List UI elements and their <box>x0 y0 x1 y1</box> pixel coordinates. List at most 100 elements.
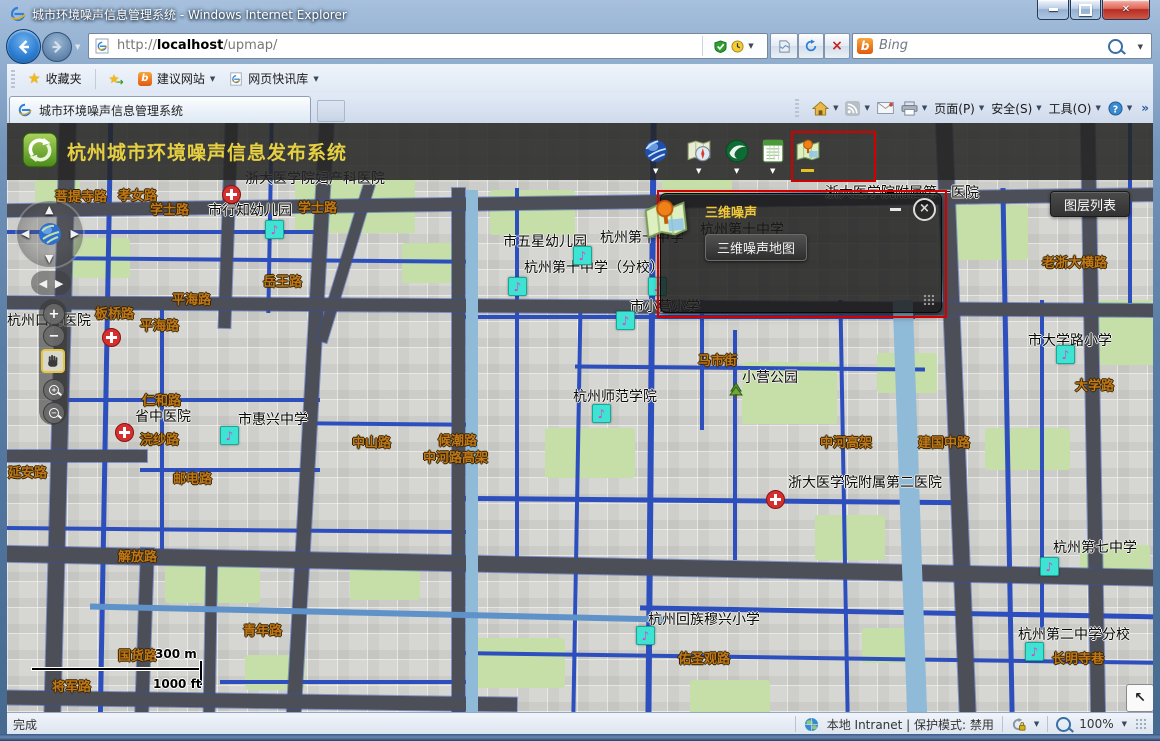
noise-monitor-marker[interactable]: ♪ <box>616 311 635 330</box>
map-browse-button[interactable] <box>686 138 712 164</box>
suggested-sites-button[interactable]: b 建议网站 ▼ <box>131 67 222 90</box>
pan-hand-tool-selected[interactable] <box>41 349 65 373</box>
magnify-in-button[interactable]: + <box>43 379 65 401</box>
tab-active[interactable]: 城市环境噪声信息管理系统 <box>9 96 311 123</box>
basemap-caret[interactable]: ▼ <box>653 167 658 175</box>
print-button[interactable]: ▼ <box>901 100 927 116</box>
url-text[interactable]: http://localhost/upmap/ <box>117 34 277 58</box>
help-button[interactable]: ? ▼ <box>1108 100 1132 116</box>
feeds-caret: ▼ <box>864 104 870 112</box>
road-label: 学士路 <box>298 201 338 216</box>
maximize-button[interactable] <box>1070 0 1101 20</box>
home-button[interactable]: ▼ <box>812 100 839 116</box>
popup-close-button[interactable]: × <box>913 198 936 221</box>
add-favorite-button[interactable]: ★ ➜ <box>102 67 131 91</box>
search-box[interactable]: b Bing ▼ <box>852 33 1152 59</box>
refresh-icon <box>805 39 817 52</box>
noise-monitor-marker[interactable]: ♪ <box>265 220 284 239</box>
zoom-magnifier-icon[interactable] <box>1056 716 1072 732</box>
popup-resize-grip[interactable] <box>923 294 934 305</box>
window-bottom-edge <box>0 734 1160 741</box>
favorites-star-icon: ★ <box>28 70 41 87</box>
address-bar[interactable]: http://localhost/upmap/ ▼ <box>88 33 768 59</box>
zoom-out-button[interactable]: − <box>43 325 65 347</box>
zoom-level[interactable]: 100% <box>1079 717 1113 731</box>
back-button[interactable] <box>6 29 41 64</box>
title-bar[interactable]: 城市环境噪声信息管理系统 - Windows Internet Explorer… <box>0 0 1160 28</box>
layer-list-button[interactable]: 图层列表 <box>1050 191 1130 217</box>
noise-disc-button[interactable] <box>724 138 750 164</box>
noise-3d-map-icon <box>796 139 820 161</box>
noise-monitor-marker[interactable]: ♪ <box>220 426 239 445</box>
noise-monitor-marker[interactable]: ♪ <box>592 404 611 423</box>
zone-caret[interactable]: ▼ <box>748 42 753 50</box>
noise-note-icon: ♪ <box>1061 347 1070 362</box>
pan-back-button[interactable]: ◀ <box>39 277 47 290</box>
popup-3d-noise[interactable]: 三维噪声 × 三维噪声地图 <box>660 193 942 313</box>
web-slices-button[interactable]: 网页快讯库 ▼ <box>222 67 325 90</box>
pan-forward-button[interactable]: ▶ <box>55 277 63 290</box>
noise-monitor-marker[interactable]: ♪ <box>1056 345 1075 364</box>
noise-monitor-marker[interactable]: ♪ <box>508 277 527 296</box>
search-magnifier-icon[interactable] <box>1108 39 1123 54</box>
feeds-button[interactable]: ▼ <box>845 100 870 116</box>
pan-left-button[interactable]: ◀ <box>21 227 29 240</box>
minimize-button[interactable] <box>1037 0 1069 20</box>
toolbar-grip[interactable] <box>795 99 800 117</box>
noise-monitor-marker[interactable]: ♪ <box>1025 642 1044 661</box>
noise-monitor-marker[interactable]: ♪ <box>636 626 655 645</box>
zoom-in-button[interactable]: + <box>43 303 65 325</box>
road-label: 中河高架 <box>820 436 873 451</box>
favorites-button[interactable]: ★ 收藏夹 <box>21 67 89 90</box>
page-menu-button[interactable]: 页面(P) ▼ <box>934 100 984 117</box>
noise-3d-map-button[interactable] <box>795 138 821 164</box>
search-placeholder[interactable]: Bing <box>879 34 908 58</box>
suggested-sites-caret: ▼ <box>209 74 216 83</box>
report-panel-button[interactable] <box>760 138 786 164</box>
forward-button[interactable] <box>42 32 72 62</box>
noise-disc-caret[interactable]: ▼ <box>734 167 739 175</box>
new-tab-button[interactable] <box>317 100 345 122</box>
poi-label: 杭州师范学院 <box>573 389 657 405</box>
zoom-caret[interactable]: ▼ <box>1122 720 1127 728</box>
safety-menu-button[interactable]: 安全(S) ▼ <box>991 100 1041 117</box>
magnify-in-icon: + <box>49 385 59 395</box>
bing-logo-icon: b <box>857 38 873 54</box>
report-panel-caret[interactable]: ▼ <box>770 167 775 175</box>
stop-button[interactable]: × <box>824 33 850 59</box>
pan-history-control[interactable]: ◀ ▶ <box>31 271 71 295</box>
magnify-out-button[interactable]: − <box>43 402 65 424</box>
popup-minimize-button[interactable] <box>890 208 901 211</box>
security-status-zone[interactable]: ▼ <box>702 36 765 56</box>
road-label: 青年路 <box>243 624 283 639</box>
noise-3d-map-link-button[interactable]: 三维噪声地图 <box>705 234 808 261</box>
search-caret[interactable]: ▼ <box>1138 43 1143 51</box>
resize-grip[interactable] <box>1135 718 1147 730</box>
recent-pages-caret[interactable]: ▼ <box>75 43 80 51</box>
suggested-sites-icon: b <box>137 71 152 86</box>
separator <box>1001 716 1003 732</box>
scale-metric-label: 300 m <box>155 647 197 661</box>
pan-right-button[interactable]: ▶ <box>71 227 79 240</box>
compatibility-view-button[interactable] <box>770 33 798 59</box>
pan-up-button[interactable]: ▲ <box>45 203 53 216</box>
noise-monitor-marker[interactable]: ♪ <box>1040 557 1059 576</box>
noise-monitor-marker[interactable]: ♪ <box>573 246 592 265</box>
refresh-button[interactable] <box>798 33 824 59</box>
web-slices-caret: ▼ <box>313 74 319 83</box>
pan-down-button[interactable]: ▼ <box>45 252 53 265</box>
overflow-chevron-icon[interactable]: » <box>1141 101 1149 115</box>
basemap-globe-button[interactable] <box>643 138 669 164</box>
map-canvas[interactable]: 菩提寺路 孝女路 学士路 学士路 岳王路 平海路 板桥路 平海路 仁和路 浣纱路 延安路 邮电路 解放路… <box>7 123 1153 712</box>
map-browse-caret[interactable]: ▼ <box>696 167 701 175</box>
close-button[interactable]: ✕ <box>1102 0 1150 20</box>
protected-mode-icon[interactable] <box>1011 717 1026 732</box>
read-mail-button[interactable] <box>877 102 894 114</box>
protected-mode-caret[interactable]: ▼ <box>1034 720 1039 728</box>
home-caret: ▼ <box>833 104 839 112</box>
toolbar-grip[interactable] <box>11 69 15 88</box>
pan-compass-icon[interactable]: ◀ ▶ ▲ ▼ <box>17 201 83 267</box>
ie-icon <box>18 103 32 117</box>
overview-corner-button[interactable]: ↖ <box>1126 684 1153 712</box>
tools-menu-button[interactable]: 工具(O) ▼ <box>1049 100 1101 117</box>
